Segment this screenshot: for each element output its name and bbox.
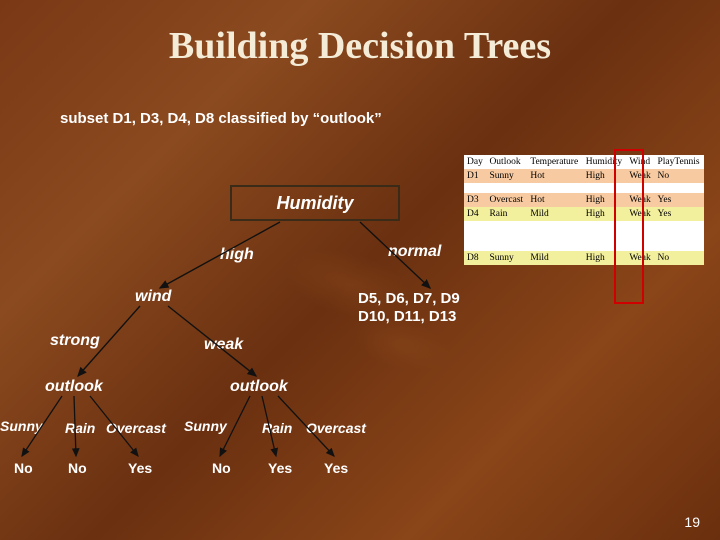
page-number: 19 <box>684 514 700 530</box>
outlook-left: outlook <box>45 378 103 396</box>
slide-subtitle: subset D1, D3, D4, D8 classified by “out… <box>60 110 382 127</box>
r-overcast-leaf: Yes <box>324 460 348 476</box>
branch-strong-label: strong <box>50 332 100 350</box>
branch-high-label: high <box>220 246 254 264</box>
branch-normal-label: normal <box>388 243 441 261</box>
l-overcast: Overcast <box>106 420 166 436</box>
r-sunny: Sunny <box>184 418 227 434</box>
normal-leaf-line1: D5, D6, D7, D9 <box>358 290 460 307</box>
l-sunny: Sunny <box>0 418 43 434</box>
tree-arrows <box>0 0 720 540</box>
tree-root-humidity: Humidity <box>230 185 400 221</box>
r-rain-leaf: Yes <box>268 460 292 476</box>
l-sunny-leaf: No <box>14 460 33 476</box>
normal-leaf-line2: D10, D11, D13 <box>358 308 456 325</box>
r-sunny-leaf: No <box>212 460 231 476</box>
slide-title: Building Decision Trees <box>0 0 720 68</box>
data-table: DayOutlookTemperatureHumidityWindPlayTen… <box>464 155 704 265</box>
l-rain-leaf: No <box>68 460 87 476</box>
r-rain: Rain <box>262 420 292 436</box>
l-rain: Rain <box>65 420 95 436</box>
r-overcast: Overcast <box>306 420 366 436</box>
l-overcast-leaf: Yes <box>128 460 152 476</box>
tree-root-label: Humidity <box>276 193 353 214</box>
wind-node: wind <box>135 288 171 306</box>
outlook-right: outlook <box>230 378 288 396</box>
branch-weak-label: weak <box>204 336 243 354</box>
